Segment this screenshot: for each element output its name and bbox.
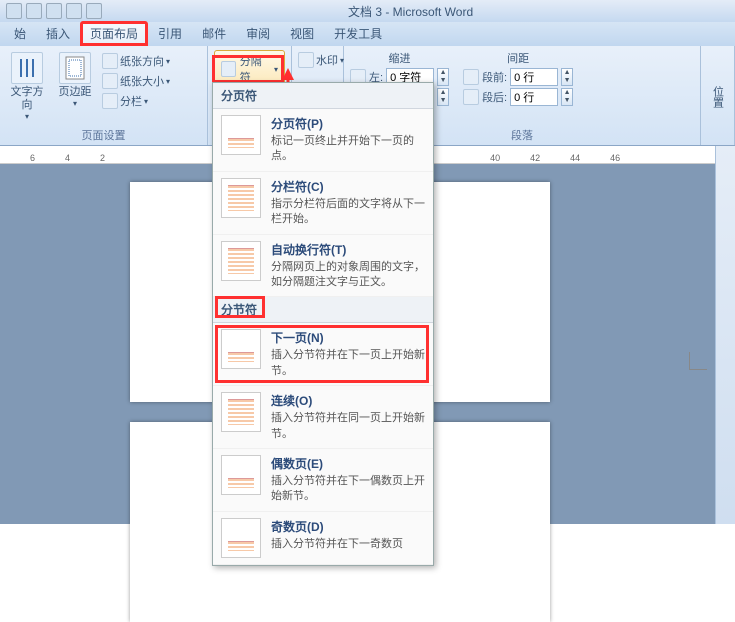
watermark-icon [298,52,314,68]
group-position: 位置 [701,46,735,145]
continuous-thumb-icon [221,392,261,432]
even-page-thumb-icon [221,455,261,495]
text-wrap-break-item[interactable]: 自动换行符(T) 分隔网页上的对象周围的文字，如分隔题注文字与正文。 [213,235,433,298]
item-title: 连续(O) [271,392,425,409]
ruler-mark: 4 [65,153,70,163]
space-after-icon [463,89,479,105]
dropdown-arrow-icon: ▾ [274,65,278,74]
spinner-buttons[interactable]: ▲▼ [561,88,573,106]
space-after-spinner[interactable]: 段后: ▲▼ [463,88,573,106]
quick-access-toolbar [0,1,108,21]
dropdown-section-page-breaks: 分页符 [213,83,433,109]
item-desc: 指示分栏符后面的文字将从下一栏开始。 [271,197,425,228]
item-desc: 插入分节符并在同一页上开始新节。 [271,411,425,442]
space-after-input[interactable] [510,88,558,106]
next-page-thumb-icon [221,329,261,369]
watermark-label: 水印 [316,52,338,68]
before-label: 段前: [482,69,507,85]
item-desc: 插入分节符并在下一奇数页 [271,537,425,552]
column-break-item[interactable]: 分栏符(C) 指示分栏符后面的文字将从下一栏开始。 [213,172,433,235]
item-desc: 标记一页终止并开始下一页的点。 [271,134,425,165]
tab-developer[interactable]: 开发工具 [324,21,392,46]
watermark-button[interactable]: 水印 ▾ [298,50,344,69]
title-bar: 文档 3 - Microsoft Word [0,0,735,22]
qat-print-icon[interactable] [66,3,82,19]
even-page-break-item[interactable]: 偶数页(E) 插入分节符并在下一偶数页上开始新节。 [213,449,433,512]
ruler-mark: 2 [100,153,105,163]
column-break-thumb-icon [221,178,261,218]
item-title: 分栏符(C) [271,178,425,195]
space-before-input[interactable] [510,68,558,86]
continuous-break-item[interactable]: 连续(O) 插入分节符并在同一页上开始新节。 [213,386,433,449]
item-title: 自动换行符(T) [271,241,425,258]
qat-save-icon[interactable] [6,3,22,19]
spinner-buttons[interactable]: ▲▼ [437,88,449,106]
item-desc: 插入分节符并在下一页上开始新节。 [271,348,425,379]
breaks-dropdown: 分页符 分页符(P) 标记一页终止并开始下一页的点。 分栏符(C) 指示分栏符后面的… [212,82,434,566]
tab-home[interactable]: 始 [4,21,36,46]
tab-review[interactable]: 审阅 [236,21,280,46]
columns-icon [102,93,118,109]
odd-page-break-item[interactable]: 奇数页(D) 插入分节符并在下一奇数页 [213,512,433,565]
size-button[interactable]: 纸张大小 ▾ [102,72,170,90]
item-title: 分页符(P) [271,115,425,132]
page-break-item[interactable]: 分页符(P) 标记一页终止并开始下一页的点。 [213,109,433,172]
dropdown-arrow-icon: ▾ [25,112,29,122]
margins-label: 页边距 [59,86,92,99]
window-title: 文档 3 - Microsoft Word [348,3,473,20]
size-icon [102,73,118,89]
position-label: 位置 [710,86,726,108]
item-desc: 插入分节符并在下一偶数页上开始新节。 [271,474,425,505]
text-wrap-thumb-icon [221,241,261,281]
page-corner-mark [689,352,707,370]
columns-label: 分栏 [120,93,142,109]
group-label-page-setup: 页面设置 [6,125,201,143]
tab-references[interactable]: 引用 [148,21,192,46]
ruler-mark: 6 [30,153,35,163]
dropdown-arrow-icon: ▾ [73,99,77,109]
ruler-mark: 44 [570,153,580,163]
margins-icon [59,52,91,84]
orientation-icon [102,53,118,69]
ruler-mark: 42 [530,153,540,163]
breaks-icon [221,61,236,77]
section-breaks-label: 分节符 [221,303,257,317]
ruler-mark: 40 [490,153,500,163]
page-break-thumb-icon [221,115,261,155]
ruler-mark: 46 [610,153,620,163]
columns-button[interactable]: 分栏 ▾ [102,92,170,110]
item-desc: 分隔网页上的对象周围的文字，如分隔题注文字与正文。 [271,260,425,291]
text-direction-label: 文字方向 [6,86,48,112]
tab-page-layout[interactable]: 页面布局 [80,21,148,46]
breaks-label: 分隔符 [240,53,270,85]
spacing-heading: 间距 [463,50,573,66]
margins-button[interactable]: 页边距 ▾ [54,50,96,109]
group-page-setup: 文字方向 ▾ 页边距 ▾ 纸张方向 ▾ 纸张大小 ▾ 分栏 ▾ 页面设置 [0,46,208,145]
tab-insert[interactable]: 插入 [36,21,80,46]
qat-preview-icon[interactable] [86,3,102,19]
spinner-buttons[interactable]: ▲▼ [561,68,573,86]
item-title: 下一页(N) [271,329,425,346]
text-direction-icon [11,52,43,84]
item-title: 偶数页(E) [271,455,425,472]
item-title: 奇数页(D) [271,518,425,535]
orientation-label: 纸张方向 [120,53,164,69]
qat-undo-icon[interactable] [26,3,42,19]
space-before-spinner[interactable]: 段前: ▲▼ [463,68,573,86]
next-page-break-item[interactable]: 下一页(N) 插入分节符并在下一页上开始新节。 [213,323,433,386]
tab-mailings[interactable]: 邮件 [192,21,236,46]
spinner-buttons[interactable]: ▲▼ [437,68,449,86]
size-label: 纸张大小 [120,73,164,89]
qat-redo-icon[interactable] [46,3,62,19]
after-label: 段后: [482,89,507,105]
vertical-scrollbar[interactable] [715,146,735,524]
ribbon-tabs: 始 插入 页面布局 引用 邮件 审阅 视图 开发工具 [0,22,735,46]
dropdown-section-section-breaks: 分节符 [213,297,433,323]
indent-heading: 缩进 [350,50,449,66]
orientation-button[interactable]: 纸张方向 ▾ [102,52,170,70]
tab-view[interactable]: 视图 [280,21,324,46]
space-before-icon [463,69,479,85]
text-direction-button[interactable]: 文字方向 ▾ [6,50,48,122]
